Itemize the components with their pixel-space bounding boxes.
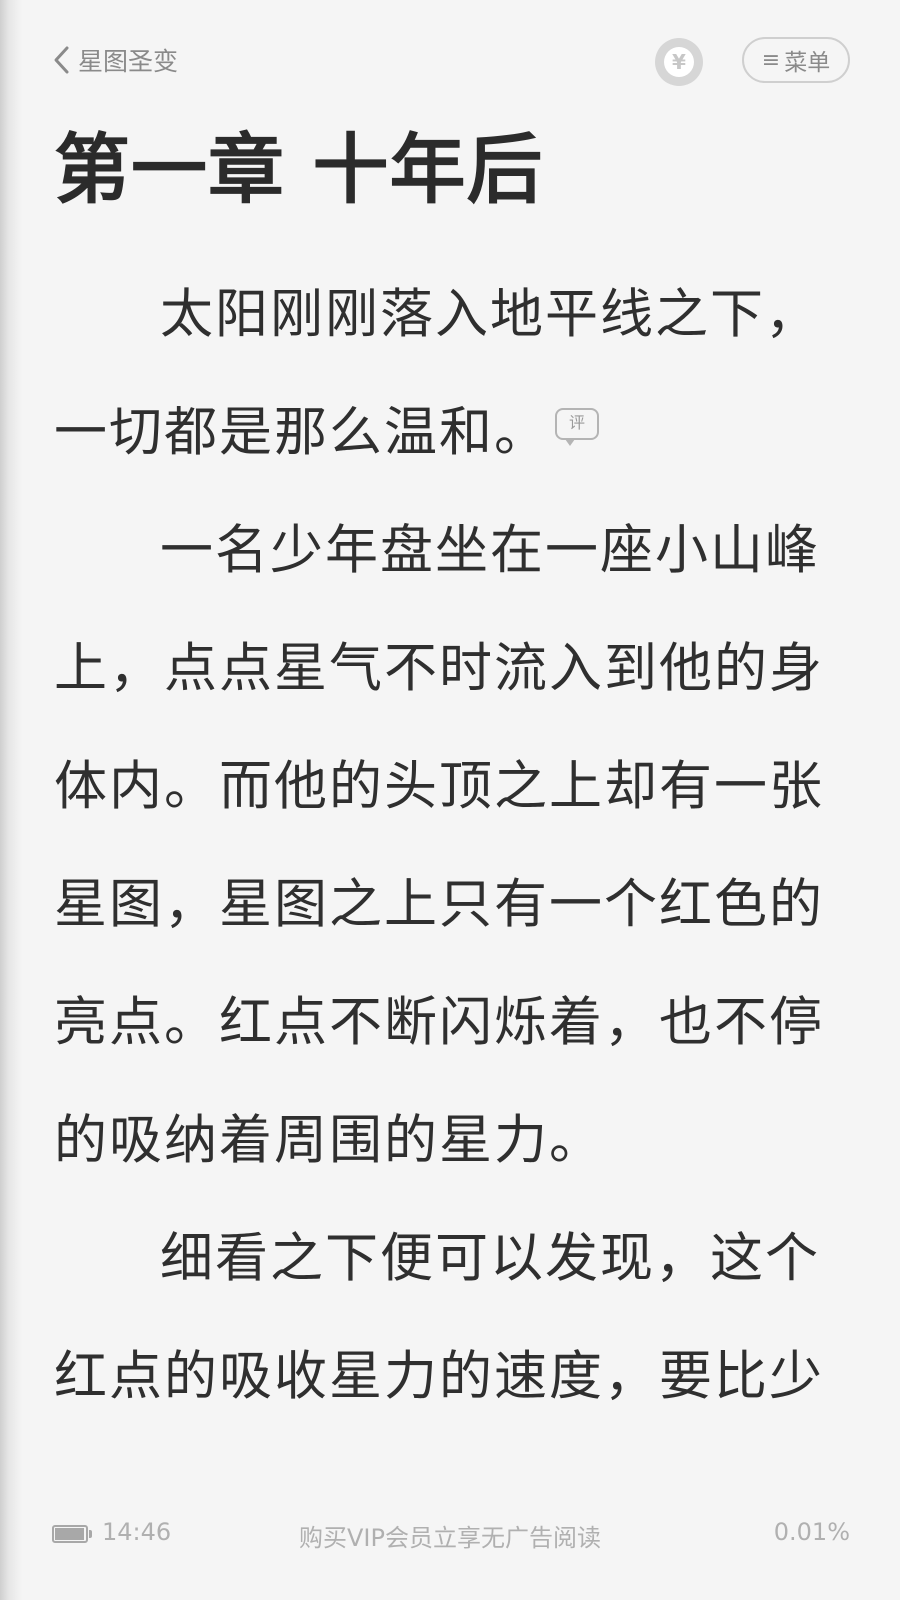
paragraph-text: 太阳刚刚落入地平线之下，一切都是那么温和。: [54, 284, 820, 463]
chapter-title: 第一章 十年后: [54, 125, 544, 214]
menu-button[interactable]: ≡ 菜单: [742, 37, 850, 83]
reading-progress: 0.01%: [773, 1518, 850, 1546]
book-title: 星图圣变: [78, 47, 179, 76]
back-button[interactable]: 星图圣变: [52, 40, 178, 80]
menu-lines-icon: ≡: [761, 47, 781, 73]
reader-status-bar: 14:46 购买VIP会员立享无广告阅读 0.01%: [0, 1508, 900, 1568]
chapter-content: 太阳刚刚落入地平线之下，一切都是那么温和。评 一名少年盘坐在一座小山峰上，点点星…: [54, 256, 854, 1436]
reader-top-bar: 星图圣变 ¥ ≡ 菜单: [0, 0, 900, 110]
reward-coin-button[interactable]: ¥: [655, 38, 703, 86]
paragraph: 一名少年盘坐在一座小山峰上，点点星气不时流入到他的身体内。而他的头顶之上却有一张…: [54, 520, 824, 1171]
comment-badge-icon[interactable]: 评: [555, 408, 599, 446]
paragraph: 太阳刚刚落入地平线之下，一切都是那么温和。评: [54, 256, 854, 492]
vip-promo-link[interactable]: 购买VIP会员立享无广告阅读: [0, 1518, 900, 1553]
chevron-left-icon: [54, 46, 69, 74]
menu-label: 菜单: [784, 50, 831, 76]
paragraph: 细看之下便可以发现，这个红点的吸收星力的速度，要比少: [54, 1228, 824, 1407]
yen-coin-icon: ¥: [664, 47, 694, 77]
page-edge-shadow: [0, 0, 22, 1600]
